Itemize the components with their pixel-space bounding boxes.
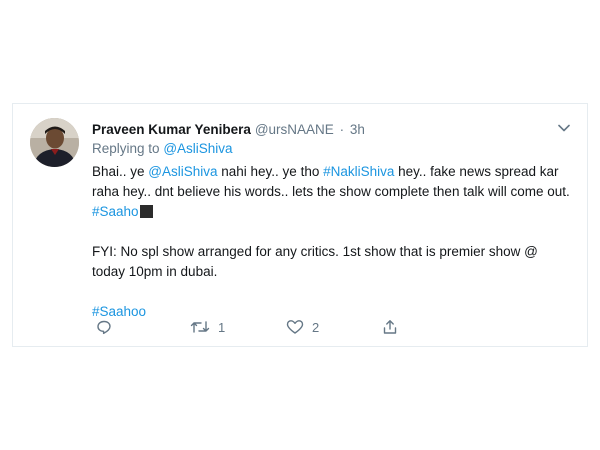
share-button[interactable] xyxy=(382,319,398,335)
like-count: 2 xyxy=(312,319,320,335)
retweet-icon xyxy=(190,321,210,333)
display-name[interactable]: Praveen Kumar Yenibera xyxy=(92,122,251,137)
heart-icon xyxy=(286,320,304,334)
reply-icon xyxy=(97,320,111,335)
tweet-paragraph-1: Bhai.. ye @AsliShiva nahi hey.. ye tho #… xyxy=(92,162,572,222)
hashtag-link[interactable]: #Saaho xyxy=(92,204,139,219)
tweet-text: Bhai.. ye @AsliShiva nahi hey.. ye tho #… xyxy=(92,162,572,322)
reply-button[interactable] xyxy=(96,319,120,335)
hashtag-link[interactable]: #Saahoo xyxy=(92,304,146,319)
text-segment: Bhai.. ye xyxy=(92,164,149,179)
tweet-paragraph-2: FYI: No spl show arranged for any critic… xyxy=(92,244,538,279)
tweet-card[interactable]: Praveen Kumar Yenibera @ursNAANE · 3h Rep… xyxy=(12,103,588,347)
avatar[interactable] xyxy=(30,118,79,167)
replying-to-mention[interactable]: @AsliShiva xyxy=(163,141,232,156)
mention-link[interactable]: @AsliShiva xyxy=(148,164,217,179)
share-icon xyxy=(383,320,397,334)
avatar-image xyxy=(30,118,79,167)
like-button[interactable]: 2 xyxy=(286,319,319,335)
text-segment: nahi hey.. ye tho xyxy=(217,164,324,179)
replying-prefix: Replying to xyxy=(92,141,160,156)
hashtag-link[interactable]: #NakliShiva xyxy=(323,164,394,179)
separator-dot: · xyxy=(339,122,345,137)
chevron-down-icon[interactable] xyxy=(557,123,571,133)
tweet-header: Praveen Kumar Yenibera @ursNAANE · 3h xyxy=(92,121,365,139)
tweet-actions: 1 2 xyxy=(96,319,416,341)
retweet-count: 1 xyxy=(218,319,226,335)
replying-to: Replying to @AsliShiva xyxy=(92,140,233,158)
user-handle[interactable]: @ursNAANE xyxy=(255,122,334,137)
tweet-timestamp[interactable]: 3h xyxy=(350,122,365,137)
retweet-button[interactable]: 1 xyxy=(190,319,225,335)
emoji-icon xyxy=(139,205,153,218)
